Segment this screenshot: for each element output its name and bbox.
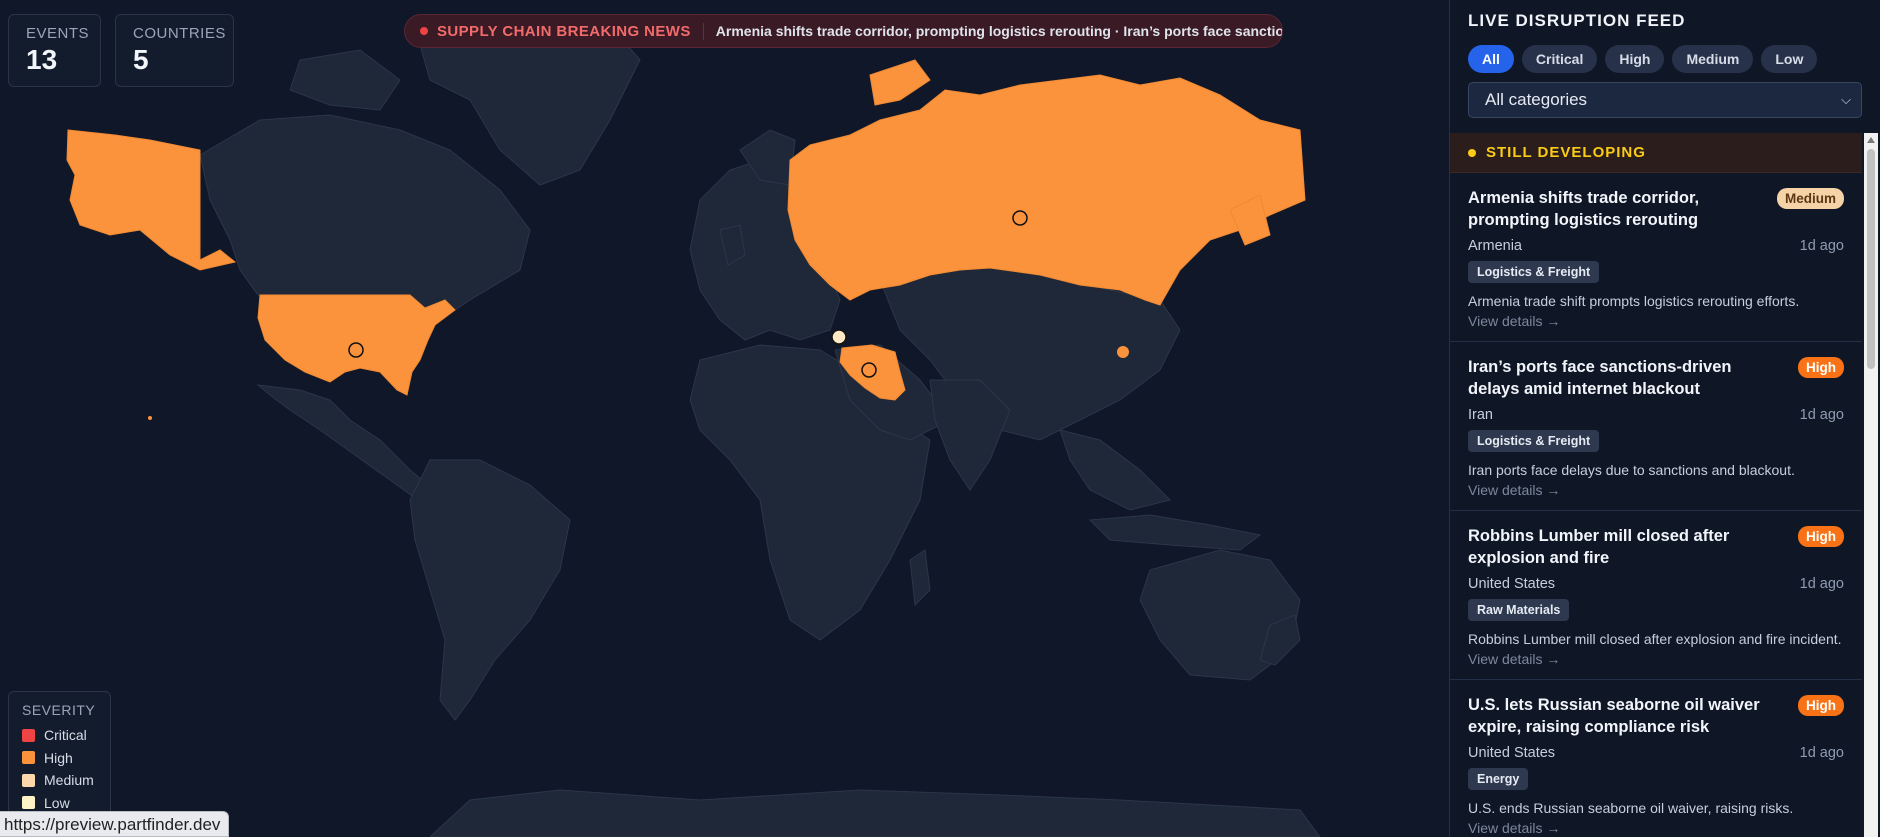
feed-item-country: Iran <box>1468 407 1493 423</box>
feed-item-description: Robbins Lumber mill closed after explosi… <box>1468 631 1842 647</box>
status-url: https://preview.partfinder.dev <box>0 811 230 837</box>
events-stat-card: EVENTS 13 <box>8 14 101 87</box>
marker-hawaii <box>148 416 152 420</box>
world-map[interactable]: EVENTS 13 COUNTRIES 5 SUPPLY CHAIN BREAK… <box>0 0 1450 837</box>
ticker-text[interactable]: Armenia shifts trade corridor, prompting… <box>704 23 1282 39</box>
feed-item[interactable]: Armenia shifts trade corridor, prompting… <box>1450 173 1862 342</box>
legend-item-medium: Medium <box>22 769 97 792</box>
events-count: 13 <box>26 44 58 75</box>
critical-swatch <box>22 728 35 742</box>
feed-item-description: Armenia trade shift prompts logistics re… <box>1468 293 1800 309</box>
legend-label: Low <box>44 794 70 811</box>
developing-dot-icon <box>1468 148 1476 157</box>
feed-item-title[interactable]: U.S. lets Russian seaborne oil waiver ex… <box>1468 694 1768 738</box>
land-antarctica[interactable] <box>429 789 1321 837</box>
live-dot-icon <box>420 27 428 35</box>
land-mexico[interactable] <box>256 384 441 506</box>
feed-item-description: Iran ports face delays due to sanctions … <box>1468 462 1795 478</box>
view-details-link[interactable]: View details → <box>1468 820 1844 836</box>
filter-all[interactable]: All <box>1468 45 1514 73</box>
feed-item-title[interactable]: Armenia shifts trade corridor, prompting… <box>1468 187 1768 231</box>
breaking-news-ticker[interactable]: SUPPLY CHAIN BREAKING NEWS Armenia shift… <box>404 14 1283 48</box>
feed-item[interactable]: Robbins Lumber mill closed after explosi… <box>1450 511 1862 680</box>
developing-label: STILL DEVELOPING <box>1486 144 1646 161</box>
high-swatch <box>22 751 35 765</box>
category-tag: Energy <box>1468 768 1529 790</box>
feed-item-time: 1d ago <box>1799 745 1844 761</box>
filter-low[interactable]: Low <box>1761 45 1818 73</box>
severity-badge: High <box>1798 526 1844 547</box>
land-arctic-islands[interactable] <box>289 49 401 111</box>
category-select-value: All categories <box>1485 90 1588 109</box>
severity-filters: All Critical High Medium Low <box>1468 45 1818 73</box>
feed-list[interactable]: STILL DEVELOPING Armenia shifts trade co… <box>1450 133 1862 837</box>
events-label: EVENTS <box>26 25 90 42</box>
legend-label: Medium <box>44 772 94 789</box>
land-se-asia[interactable] <box>1059 429 1171 511</box>
feed-item-title[interactable]: Iran’s ports face sanctions-driven delay… <box>1468 356 1768 400</box>
filter-medium[interactable]: Medium <box>1672 45 1754 73</box>
countries-count: 5 <box>133 44 149 75</box>
category-tag: Raw Materials <box>1468 599 1570 621</box>
medium-swatch <box>22 773 35 787</box>
marker-japan[interactable] <box>1117 346 1129 358</box>
ticker-label: SUPPLY CHAIN BREAKING NEWS <box>437 22 704 40</box>
scroll-thumb[interactable] <box>1867 149 1875 369</box>
filter-critical[interactable]: Critical <box>1521 45 1598 73</box>
feed-scrollbar[interactable] <box>1864 133 1878 837</box>
countries-stat-card: COUNTRIES 5 <box>115 14 234 87</box>
legend-label: Critical <box>44 727 87 744</box>
feed-item-country: United States <box>1468 576 1556 592</box>
feed-item-description: U.S. ends Russian seaborne oil waiver, r… <box>1468 800 1794 816</box>
disruption-feed-sidebar: LIVE DISRUPTION FEED All Critical High M… <box>1449 0 1880 837</box>
view-details-link[interactable]: View details → <box>1468 482 1844 498</box>
category-tag: Logistics & Freight <box>1468 430 1600 452</box>
still-developing-banner: STILL DEVELOPING <box>1450 133 1862 173</box>
legend-title: SEVERITY <box>22 702 96 718</box>
view-details-link[interactable]: View details → <box>1468 313 1844 329</box>
legend-item-critical: Critical <box>22 724 97 747</box>
chevron-down-icon: ⌵ <box>1841 92 1851 107</box>
country-united-states[interactable] <box>257 294 456 396</box>
scroll-up-arrow-icon[interactable] <box>1867 137 1875 143</box>
feed-item-country: Armenia <box>1468 238 1522 254</box>
land-canada[interactable] <box>199 114 531 321</box>
feed-item-country: United States <box>1468 745 1556 761</box>
marker-armenia[interactable] <box>831 329 847 345</box>
country-russia[interactable] <box>787 74 1306 306</box>
land-indonesia[interactable] <box>1088 514 1262 551</box>
country-russia-islands[interactable] <box>869 59 931 106</box>
category-tag: Logistics & Freight <box>1468 261 1600 283</box>
severity-badge: High <box>1798 357 1844 378</box>
countries-label: COUNTRIES <box>133 25 226 42</box>
feed-item[interactable]: U.S. lets Russian seaborne oil waiver ex… <box>1450 680 1862 837</box>
feed-item[interactable]: Iran’s ports face sanctions-driven delay… <box>1450 342 1862 511</box>
feed-item-title[interactable]: Robbins Lumber mill closed after explosi… <box>1468 525 1768 569</box>
category-select[interactable]: All categories ⌵ <box>1468 82 1862 118</box>
severity-badge: High <box>1798 695 1844 716</box>
map-svg[interactable] <box>0 0 1450 837</box>
app-root: EVENTS 13 COUNTRIES 5 SUPPLY CHAIN BREAK… <box>0 0 1880 837</box>
feed-item-time: 1d ago <box>1799 238 1844 254</box>
low-swatch <box>22 796 35 810</box>
legend-item-high: High <box>22 747 97 770</box>
land-madagascar[interactable] <box>909 549 931 607</box>
severity-badge: Medium <box>1776 188 1844 209</box>
feed-title: LIVE DISRUPTION FEED <box>1468 11 1686 30</box>
feed-item-time: 1d ago <box>1799 407 1844 423</box>
view-details-link[interactable]: View details → <box>1468 651 1844 667</box>
land-south-america[interactable] <box>409 459 571 721</box>
legend-label: High <box>44 749 73 766</box>
feed-item-time: 1d ago <box>1799 576 1844 592</box>
filter-high[interactable]: High <box>1605 45 1665 73</box>
